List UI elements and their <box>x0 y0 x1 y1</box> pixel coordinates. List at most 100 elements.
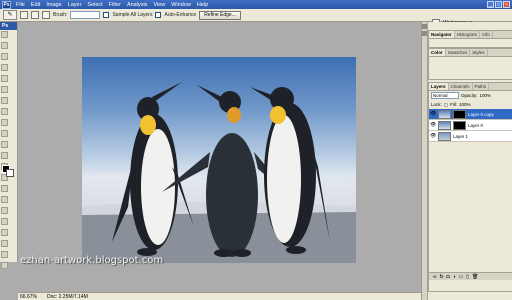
add-mask-icon[interactable]: ◘ <box>446 274 449 280</box>
clone-stamp-tool-icon[interactable] <box>1 119 8 126</box>
lasso-tool-icon[interactable] <box>1 53 8 60</box>
tab-styles[interactable]: Styles <box>470 49 488 56</box>
opacity-value[interactable]: 100% <box>480 93 492 98</box>
photoshop-logo-icon: Ps <box>2 0 11 9</box>
tab-swatches[interactable]: Swatches <box>446 49 471 56</box>
actions-panel-icon[interactable] <box>422 31 427 36</box>
menu-window[interactable]: Window <box>168 2 194 8</box>
subtract-selection-mode-icon[interactable] <box>42 11 50 19</box>
move-tool-icon[interactable] <box>1 31 8 38</box>
tab-paths[interactable]: Paths <box>473 83 490 90</box>
menu-layer[interactable]: Layer <box>65 2 85 8</box>
navigator-panel: Navigator Histogram Info <box>428 30 512 48</box>
lock-icon[interactable]: ▢ <box>444 102 448 108</box>
menu-filter[interactable]: Filter <box>106 2 124 8</box>
3d-orbit-tool-icon[interactable] <box>1 240 8 247</box>
zoom-level[interactable]: 66.67% <box>20 294 37 300</box>
hand-tool-icon[interactable] <box>1 251 8 258</box>
document-canvas[interactable] <box>82 57 356 263</box>
options-bar: ✎ Brush: Sample All Layers Auto-Enhance … <box>0 9 512 27</box>
quick-selection-tool-icon[interactable] <box>1 64 8 71</box>
lock-label: Lock: <box>431 102 442 107</box>
status-bar: 66.67% Doc: 2.25M/7.14M <box>18 292 421 300</box>
toolbox: Ps <box>0 22 18 269</box>
layer-name: Layer 0 copy <box>468 111 494 117</box>
layer-name: Layer 0 <box>468 122 484 128</box>
layers-panel: Layers Channels Paths Normal Opacity: 10… <box>428 82 512 292</box>
layer-row-layer-0[interactable]: 👁 Layer 0 <box>429 120 512 131</box>
menu-help[interactable]: Help <box>194 2 211 8</box>
maximize-button[interactable]: □ <box>495 1 502 8</box>
shape-tool-icon[interactable] <box>1 218 8 225</box>
tab-histogram[interactable]: Histogram <box>455 31 481 38</box>
window-controls: _ □ × <box>487 1 510 8</box>
tab-color[interactable]: Color <box>429 49 446 56</box>
add-selection-mode-icon[interactable] <box>31 11 39 19</box>
new-group-icon[interactable]: ▭ <box>459 274 464 280</box>
menu-file[interactable]: File <box>13 2 28 8</box>
fill-value[interactable]: 100% <box>459 102 471 107</box>
canvas-area <box>18 22 421 292</box>
lock-row: Lock: ▢ Fill: 100% <box>429 100 512 109</box>
brush-size-select[interactable] <box>70 11 101 19</box>
toolbox-ps-logo: Ps <box>0 22 17 30</box>
layer-row-layer-1[interactable]: 👁 Layer 1 <box>429 131 512 142</box>
document-size: Doc: 2.25M/7.14M <box>46 293 88 300</box>
close-button[interactable]: × <box>503 1 510 8</box>
gradient-tool-icon[interactable] <box>1 152 8 159</box>
blend-mode-select[interactable]: Normal <box>431 92 459 99</box>
layer-row-layer-0-copy[interactable]: 👁 Layer 0 copy <box>429 109 512 120</box>
menu-edit[interactable]: Edit <box>28 2 43 8</box>
auto-enhance-label: Auto-Enhance <box>164 12 197 18</box>
history-panel-icon[interactable] <box>422 24 427 29</box>
path-selection-tool-icon[interactable] <box>1 207 8 214</box>
color-panel: Color Swatches Styles <box>428 48 512 80</box>
layer-mask-thumbnail <box>453 120 466 130</box>
minimize-button[interactable]: _ <box>487 1 494 8</box>
background-color-swatch[interactable] <box>6 169 14 177</box>
layer-thumbnail <box>438 109 451 119</box>
refine-edge-button[interactable]: Refine Edge... <box>199 10 241 20</box>
brush-label: Brush: <box>53 12 68 18</box>
fill-label: Fill: <box>450 102 458 107</box>
visibility-eye-icon[interactable]: 👁 <box>430 111 436 117</box>
zoom-tool-icon[interactable] <box>1 262 8 269</box>
opacity-label: Opacity: <box>461 93 478 98</box>
marquee-tool-icon[interactable] <box>1 42 8 49</box>
delete-layer-icon[interactable]: 🗑 <box>472 274 478 280</box>
slice-tool-icon[interactable] <box>1 86 8 93</box>
crop-tool-icon[interactable] <box>1 75 8 82</box>
tab-navigator[interactable]: Navigator <box>429 31 455 38</box>
menu-analysis[interactable]: Analysis <box>124 2 150 8</box>
3d-rotate-tool-icon[interactable] <box>1 229 8 236</box>
pen-tool-icon[interactable] <box>1 185 8 192</box>
menu-bar: Ps File Edit Image Layer Select Filter A… <box>0 0 512 9</box>
new-adjustment-icon[interactable]: ◑ <box>453 274 456 280</box>
menu-image[interactable]: Image <box>43 2 64 8</box>
history-brush-tool-icon[interactable] <box>1 130 8 137</box>
panels-dock: Navigator Histogram Info Color Swatches … <box>421 22 512 300</box>
brush-tool-icon[interactable] <box>1 108 8 115</box>
visibility-eye-icon[interactable]: 👁 <box>430 122 436 128</box>
healing-brush-tool-icon[interactable] <box>1 97 8 104</box>
tab-channels[interactable]: Channels <box>449 83 473 90</box>
tab-layers[interactable]: Layers <box>429 83 449 90</box>
auto-enhance-checkbox[interactable] <box>155 12 162 18</box>
watermark-text: ezhan-artwork.blogspot.com <box>20 255 164 266</box>
layer-mask-thumbnail <box>453 109 466 119</box>
brush-tool-preset-icon[interactable]: ✎ <box>3 10 17 20</box>
sample-all-layers-checkbox[interactable] <box>103 12 110 18</box>
visibility-eye-icon[interactable]: 👁 <box>430 133 436 139</box>
eraser-tool-icon[interactable] <box>1 141 8 148</box>
type-tool-icon[interactable] <box>1 196 8 203</box>
new-selection-mode-icon[interactable] <box>20 11 28 19</box>
layer-thumbnail <box>438 120 451 130</box>
add-style-icon[interactable]: fx <box>440 274 444 280</box>
sample-all-layers-label: Sample All Layers <box>112 12 153 18</box>
link-layers-icon[interactable]: ∞ <box>433 274 437 280</box>
tab-info[interactable]: Info <box>480 31 493 38</box>
new-layer-icon[interactable]: ▯ <box>466 274 469 280</box>
menu-view[interactable]: View <box>150 2 168 8</box>
menu-select[interactable]: Select <box>84 2 105 8</box>
layers-empty-space <box>429 142 512 272</box>
